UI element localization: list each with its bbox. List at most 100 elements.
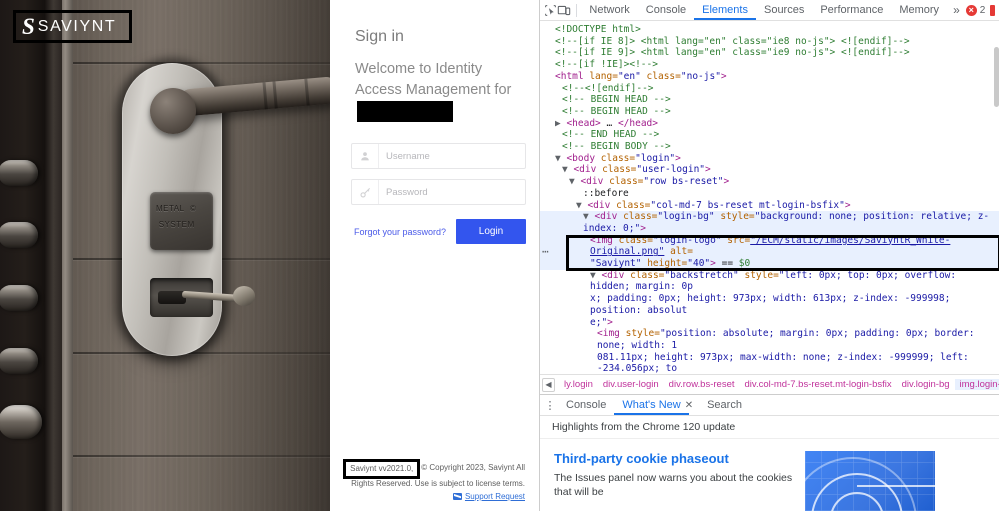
dom-token-tag: <img (597, 328, 626, 340)
dom-tree-line[interactable]: <!--[if !IE]><!--> (540, 59, 999, 71)
app-version: Saviynt vv2021.0, (350, 464, 414, 473)
login-background-photo: METAL © SYSTEM S SAVIYNT (0, 0, 330, 511)
breadcrumb-item-col-md-7[interactable]: div.col-md-7.bs-reset.mt-login-bsfix (740, 379, 897, 390)
dom-token-attr: class= (618, 234, 653, 246)
tab-console[interactable]: Console (638, 0, 694, 20)
password-input[interactable] (379, 180, 525, 204)
dom-token-val: "login-bg" (657, 211, 715, 223)
breadcrumb-item-row[interactable]: div.row.bs-reset (664, 379, 740, 390)
dom-tree-line[interactable]: <!DOCTYPE html> (540, 24, 999, 36)
dom-tree-line[interactable]: <!--[if IE 9]> <html lang="en" class="ie… (540, 47, 999, 59)
dom-token-val: "login" (635, 152, 676, 164)
whats-new-article-title[interactable]: Third-party cookie phaseout (554, 451, 799, 466)
close-icon[interactable]: ✕ (685, 400, 699, 411)
handle-ring (304, 78, 310, 106)
dom-tree-line[interactable]: <img class="login-logo" src="/ECM/static… (540, 234, 999, 259)
login-button[interactable]: Login (456, 219, 526, 244)
dom-token-attr: class= (616, 199, 651, 211)
error-count-badge[interactable]: × 2 (965, 4, 985, 16)
deadbolt-pin (0, 160, 38, 186)
drawer-tab-whats-new[interactable]: What's New (614, 395, 688, 415)
dom-tree-line[interactable]: <!-- END HEAD --> (540, 129, 999, 141)
username-field[interactable] (351, 143, 526, 169)
tab-sources[interactable]: Sources (756, 0, 812, 20)
dom-tree-line[interactable]: <img style="position: absolute; margin: … (540, 328, 999, 351)
breadcrumb-item-user-login[interactable]: div.user-login (598, 379, 664, 390)
username-input[interactable] (379, 144, 525, 168)
dom-tree[interactable]: <!DOCTYPE html> <!--[if IE 8]> <html lang… (540, 21, 999, 374)
tab-memory[interactable]: Memory (891, 0, 947, 20)
breadcrumb-item-body[interactable]: ly.login (559, 379, 598, 390)
dom-token-tag: <div (594, 211, 624, 223)
tab-elements[interactable]: Elements (694, 0, 756, 20)
dom-token-val: "col-md-7 bs-reset mt-login-bsfix" (650, 199, 845, 211)
dom-token-attr: class= (623, 211, 658, 223)
dom-tree-lines: <!DOCTYPE html> <!--[if IE 8]> <html lang… (540, 24, 999, 374)
breadcrumb-scroll-left-icon[interactable]: ◀ (542, 377, 555, 392)
dom-tree-line[interactable]: ▶ <head> … </head> (540, 118, 999, 130)
dom-tree-line[interactable]: ▼ <body class="login"> (540, 153, 999, 165)
devtools-panel: Network Console Elements Sources Perform… (539, 0, 999, 511)
drawer-tab-console[interactable]: Console (558, 395, 614, 415)
dom-tree-line[interactable]: 081.11px; height: 973px; max-width: none… (540, 352, 999, 374)
dom-tree-line[interactable]: <!--<![endif]--> (540, 83, 999, 95)
dom-token-val: "40" (687, 258, 711, 270)
password-field[interactable] (351, 179, 526, 205)
login-actions-row: Forgot your password? Login (351, 219, 526, 244)
door-edge-strip (62, 0, 73, 511)
dom-tree-line[interactable]: <!-- BEGIN HEAD --> (540, 106, 999, 118)
dom-tree-line[interactable]: <!--[if IE 8]> <html lang="en" class="ie… (540, 36, 999, 48)
dom-tree-line[interactable]: ▼ <div class="row bs-reset"> (540, 176, 999, 188)
tab-network[interactable]: Network (581, 0, 637, 20)
dom-token-tag: > (705, 164, 711, 176)
dom-tree-line[interactable]: ::before (540, 188, 999, 200)
inspect-element-icon[interactable] (544, 1, 557, 20)
drawer-tab-search[interactable]: Search (699, 395, 750, 415)
dom-tree-line[interactable]: ▼ <div class="backstretch" style="left: … (540, 270, 999, 293)
more-tabs-icon[interactable]: » (947, 3, 966, 17)
welcome-text: Welcome to Identity Access Management fo… (355, 61, 512, 98)
dom-token-txt: == (715, 258, 739, 270)
dom-token-attr: alt= (664, 246, 693, 258)
dom-tree-line[interactable]: <!-- BEGIN HEAD --> (540, 94, 999, 106)
dom-breadcrumb: ◀ ly.login div.user-login div.row.bs-res… (540, 374, 999, 394)
login-footer: Saviynt vv2021.0, © Copyright 2023, Saviy… (330, 458, 529, 503)
dom-tree-line[interactable]: ▼ <div class="login-bg" style="backgroun… (540, 211, 999, 235)
dom-token-tag: > (844, 199, 851, 211)
user-icon (352, 144, 379, 168)
dom-token-attr: class= (640, 70, 681, 82)
dom-tree-line[interactable]: <html lang="en" class="no-js"> (540, 71, 999, 83)
handle-ring (272, 81, 278, 109)
red-square-icon[interactable] (990, 4, 995, 16)
tab-performance[interactable]: Performance (812, 0, 891, 20)
dom-scrollbar[interactable] (994, 47, 999, 107)
dom-token-arrow: ▼ (562, 164, 574, 176)
redacted-tenant-name (359, 103, 451, 120)
dom-tree-line[interactable]: ▼ <div class="user-login"> (540, 164, 999, 176)
dom-token-cmt: <!--[if !IE]><!--> (555, 59, 658, 71)
dom-token-val: "no-js" (680, 70, 721, 82)
node-more-options-icon[interactable]: ⋯ (542, 246, 550, 258)
support-request-link[interactable]: Support Request (330, 491, 525, 503)
breadcrumb-item-login-bg[interactable]: div.login-bg (897, 379, 955, 390)
door-handle-base (150, 88, 196, 134)
support-request-label: Support Request (464, 492, 525, 501)
dom-tree-line[interactable]: <!-- BEGIN BODY --> (540, 141, 999, 153)
dom-token-attr: src= (721, 234, 751, 246)
dom-tree-line[interactable]: "Saviynt" height="40"> == $0 (540, 258, 999, 270)
breadcrumb-item-login-logo[interactable]: img.login-logo (954, 379, 999, 390)
dom-tree-line[interactable]: e;"> (540, 317, 999, 329)
dom-token-arrow: ▼ (569, 176, 581, 188)
version-highlight-box: Saviynt vv2021.0, (343, 459, 421, 479)
dom-token-attr: class= (630, 269, 665, 281)
dom-token-tag: </head> (617, 117, 658, 129)
dom-token-val: "login-logo" (652, 234, 722, 246)
drawer-tab-strip: ⋮ Console What's New ✕ Search (540, 395, 999, 416)
forgot-password-link[interactable]: Forgot your password? (351, 227, 448, 237)
dom-token-attr: lang= (589, 70, 618, 82)
signin-heading: Sign in (355, 28, 404, 45)
device-toolbar-icon[interactable] (557, 1, 571, 20)
dom-tree-line[interactable]: x; padding: 0px; height: 973px; width: 6… (540, 293, 999, 316)
more-options-icon[interactable]: ⋮ (542, 399, 558, 412)
dom-tree-line[interactable]: ▼ <div class="col-md-7 bs-reset mt-login… (540, 200, 999, 212)
